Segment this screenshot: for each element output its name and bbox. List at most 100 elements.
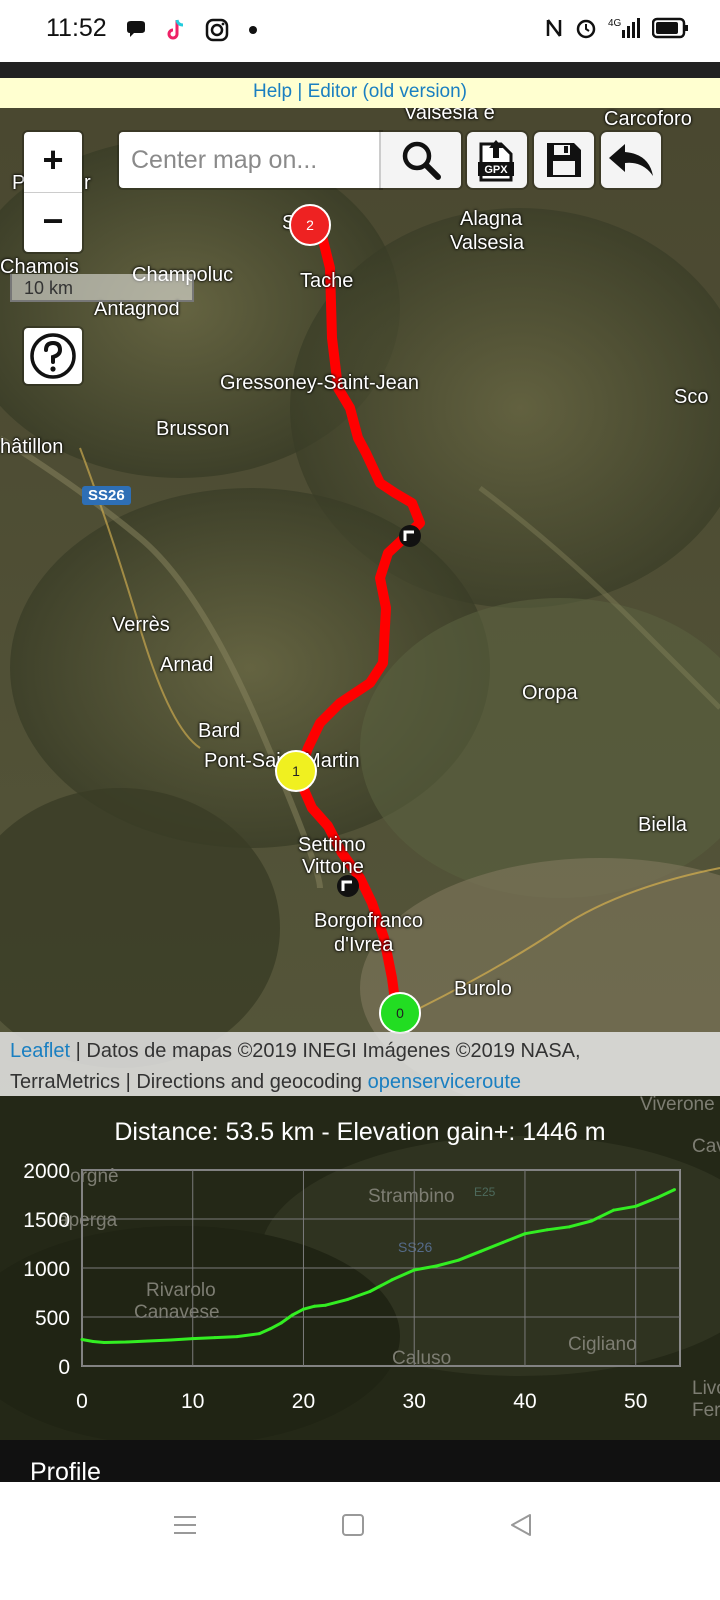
- search-icon: [402, 141, 441, 180]
- help-separator: |: [297, 81, 303, 102]
- place-label: Arnad: [160, 654, 214, 676]
- place-label: Biella: [638, 814, 687, 836]
- elevation-point: [169, 1338, 173, 1342]
- place-label: Burolo: [454, 978, 512, 1000]
- waypoint-marker-end[interactable]: 2: [289, 204, 331, 246]
- elevation-point: [634, 1204, 638, 1208]
- y-tick-label: 2000: [23, 1160, 70, 1183]
- elevation-point: [457, 1258, 461, 1262]
- profile-tab-label: Profile: [30, 1458, 101, 1482]
- elevation-point: [501, 1241, 505, 1245]
- marker-number: 1: [292, 763, 300, 779]
- undo-button[interactable]: [601, 132, 661, 188]
- elevation-point: [567, 1225, 571, 1229]
- y-tick-label: 1500: [23, 1209, 70, 1232]
- place-label: Borgofranco: [314, 910, 423, 932]
- elevation-point: [301, 1307, 305, 1311]
- elevation-series-line: [81, 1188, 676, 1344]
- place-label: Tache: [300, 270, 354, 292]
- notification-icons: [125, 18, 259, 42]
- profile-summary: Distance: 53.5 km - Elevation gain+: 144…: [114, 1118, 606, 1146]
- editor-old-link[interactable]: Editor (old version): [308, 81, 467, 102]
- gpx-label: GPX: [484, 164, 508, 176]
- satellite-terrain: [0, 108, 720, 1110]
- elevation-point: [434, 1264, 438, 1268]
- floppy-disk-icon: [547, 143, 581, 177]
- waypoint-marker-mid[interactable]: 1: [275, 750, 317, 792]
- elevation-point: [124, 1340, 128, 1344]
- menu-icon[interactable]: [172, 1512, 198, 1538]
- elevation-point: [290, 1313, 294, 1317]
- svg-text:4G: 4G: [608, 18, 622, 29]
- zoom-in-button[interactable]: +: [24, 132, 82, 193]
- instagram-icon: [205, 18, 229, 42]
- marker-number: 0: [396, 1005, 404, 1021]
- elevation-point: [313, 1304, 317, 1308]
- attribution-text-2: TerraMetrics | Directions and geocoding: [10, 1071, 368, 1093]
- save-button[interactable]: [534, 132, 594, 188]
- elevation-point: [91, 1340, 95, 1343]
- elevation-point: [80, 1338, 84, 1342]
- help-link[interactable]: Help: [253, 81, 292, 102]
- nfc-icon: [546, 19, 562, 37]
- elevation-point: [213, 1336, 217, 1340]
- app-header-strip: [0, 62, 720, 78]
- system-nav-bar: [0, 1482, 720, 1600]
- help-button[interactable]: [24, 328, 82, 384]
- system-icons: 4G: [544, 16, 690, 40]
- road-badge: SS26: [82, 486, 131, 505]
- x-tick-label: 0: [76, 1390, 88, 1413]
- elevation-point: [589, 1219, 593, 1223]
- elevation-point: [191, 1337, 195, 1341]
- place-label: Gressoney-Saint-Jean: [220, 372, 419, 394]
- scale-bar: 10 km: [10, 274, 194, 302]
- openrouteservice-link[interactable]: openserviceroute: [368, 1071, 521, 1093]
- place-label: Verrès: [112, 614, 170, 636]
- search-button[interactable]: [381, 132, 461, 188]
- map-attribution: Leaflet | Datos de mapas ©2019 INEGI Imá…: [0, 1032, 720, 1096]
- gpx-export-button[interactable]: GPX: [467, 132, 527, 188]
- gpx-upload-icon: GPX: [478, 140, 514, 182]
- place-label: hâtillon: [0, 436, 64, 458]
- elevation-point: [268, 1327, 272, 1331]
- x-tick-label: 50: [624, 1390, 647, 1413]
- chat-bubble-icon: [127, 21, 145, 37]
- elevation-point: [146, 1339, 150, 1343]
- y-tick-label: 500: [35, 1307, 70, 1330]
- elevation-profile: Strambino Rivarolo Canavese Caluso Cigli…: [0, 1096, 720, 1440]
- place-label: Alagna: [460, 208, 523, 230]
- turn-arrow-icon: [399, 525, 421, 547]
- map[interactable]: Valsesia e Carcoforo Alagna Valsesia P r…: [0, 108, 720, 1110]
- place-label: d'Ivrea: [334, 934, 394, 956]
- profile-tab[interactable]: Profile: [0, 1440, 720, 1482]
- leaflet-link[interactable]: Leaflet: [10, 1040, 70, 1062]
- waypoint-marker-start[interactable]: 0: [379, 992, 421, 1034]
- zoom-out-button[interactable]: −: [24, 193, 82, 253]
- elevation-point: [324, 1303, 328, 1307]
- place-label: Brusson: [156, 418, 230, 440]
- home-icon[interactable]: [340, 1512, 366, 1538]
- zoom-control: + −: [24, 132, 82, 252]
- elevation-point: [279, 1321, 283, 1325]
- marker-number: 2: [306, 217, 314, 233]
- elevation-point: [257, 1332, 261, 1336]
- elevation-point: [523, 1232, 527, 1236]
- back-icon[interactable]: [508, 1512, 534, 1538]
- place-label: Bard: [198, 720, 241, 742]
- elevation-point: [479, 1249, 483, 1253]
- elevation-point: [656, 1195, 660, 1199]
- status-time: 11:52: [46, 14, 107, 42]
- dot-icon: [249, 26, 257, 34]
- elevation-point: [672, 1188, 676, 1192]
- place-label: Valsesia: [450, 232, 525, 254]
- center-map-search-input[interactable]: Center map on...: [119, 132, 381, 188]
- profile-bg-label: Viverone: [640, 1096, 715, 1115]
- place-label: Valsesia e: [404, 108, 495, 124]
- place-label: Settimo: [298, 834, 366, 856]
- battery-icon: [652, 17, 688, 39]
- question-icon: [30, 333, 76, 379]
- place-label: Sco: [674, 386, 709, 408]
- elevation-point: [545, 1228, 549, 1232]
- elevation-point: [412, 1268, 416, 1272]
- y-tick-label: 0: [58, 1356, 70, 1379]
